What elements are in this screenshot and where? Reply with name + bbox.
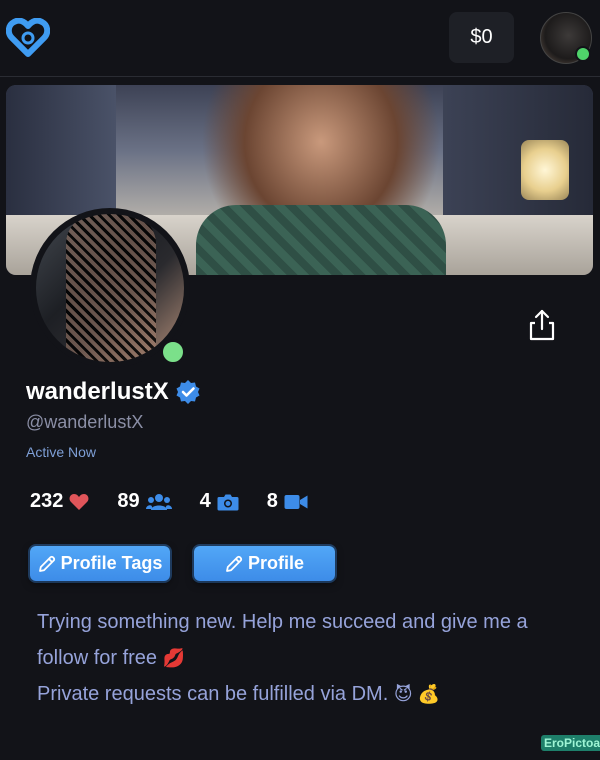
bio-line-2: follow for free 💋 <box>37 640 597 676</box>
photos-count: 4 <box>199 490 211 512</box>
online-status-dot <box>575 46 591 62</box>
profile-bio: Trying something new. Help me succeed an… <box>37 604 597 712</box>
wallet-balance-button[interactable]: $0 <box>449 12 514 63</box>
videos-count: 8 <box>266 490 278 512</box>
active-status: Active Now <box>26 444 97 460</box>
verified-badge-icon <box>176 380 200 404</box>
likes-stat: 232 <box>30 490 89 513</box>
avatar-detail <box>66 214 156 362</box>
devil-moneybag-emoji-icon: 😈 💰 <box>393 684 441 704</box>
display-name: wanderlustX <box>26 378 169 405</box>
pencil-icon <box>38 555 55 572</box>
video-icon <box>284 494 308 509</box>
videos-stat: 8 <box>267 490 308 513</box>
name-row: wanderlustX <box>26 378 201 406</box>
bio-line-1: Trying something new. Help me succeed an… <box>37 611 528 633</box>
profile-avatar[interactable] <box>36 214 184 362</box>
kiss-emoji-icon: 💋 <box>162 648 186 668</box>
heart-logo-icon[interactable] <box>6 18 50 58</box>
bio-line-3: Private requests can be fulfilled via DM… <box>37 676 597 712</box>
share-icon[interactable] <box>528 308 556 342</box>
subscribers-stat: 89 <box>117 490 172 513</box>
heart-icon <box>69 493 89 510</box>
banner-lamp <box>521 140 569 200</box>
edit-profile-button[interactable]: Profile <box>194 546 335 581</box>
profile-tags-label: Profile Tags <box>60 553 163 573</box>
watermark: EroPictoa <box>541 735 600 751</box>
users-icon <box>145 493 172 510</box>
photos-stat: 4 <box>200 490 239 513</box>
profile-tags-button[interactable]: Profile Tags <box>30 546 170 581</box>
likes-count: 232 <box>30 490 64 512</box>
camera-icon <box>217 494 239 510</box>
bio-line-3-text: Private requests can be fulfilled via DM… <box>37 683 389 705</box>
profile-handle: @wanderlustX <box>26 412 144 432</box>
bio-line-2-text: follow for free <box>37 647 158 669</box>
subscribers-count: 89 <box>117 490 140 512</box>
banner-skirt <box>196 205 446 275</box>
edit-profile-label: Profile <box>247 553 304 573</box>
online-indicator <box>160 339 186 365</box>
top-bar: $0 <box>0 0 600 77</box>
pencil-icon <box>226 555 243 572</box>
profile-stats: 232 89 4 8 <box>30 490 336 513</box>
